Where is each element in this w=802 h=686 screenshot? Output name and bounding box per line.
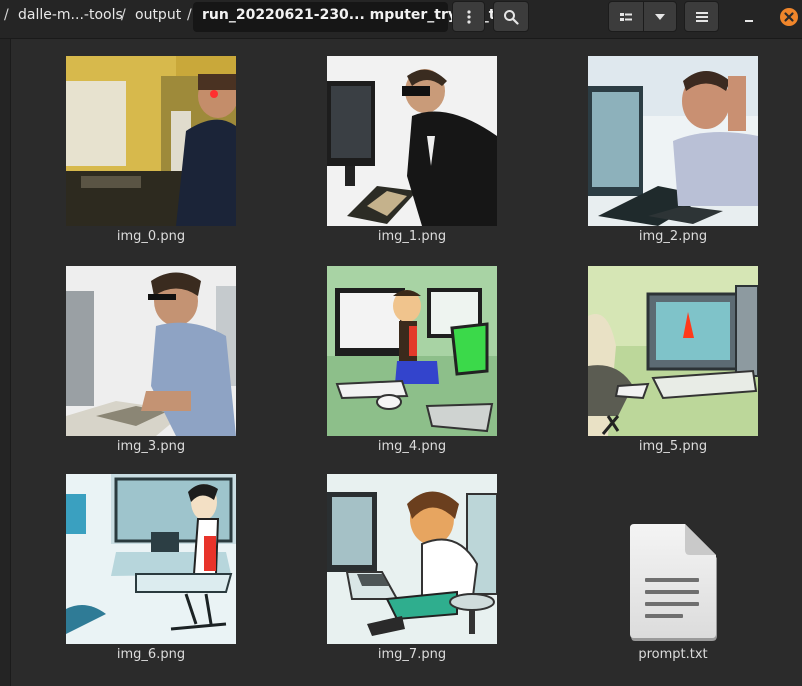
file-name: img_5.png xyxy=(638,439,708,454)
view-mode-button[interactable] xyxy=(608,1,644,32)
image-thumbnail xyxy=(327,266,497,436)
breadcrumb-separator: / xyxy=(4,7,9,23)
text-file-icon-wrap xyxy=(588,474,758,644)
list-view-icon xyxy=(620,12,632,21)
file-item-img-6[interactable]: img_6.png xyxy=(66,474,236,662)
close-button[interactable] xyxy=(776,1,802,32)
minimize-button[interactable] xyxy=(734,1,764,32)
breadcrumb-item-output[interactable]: output xyxy=(135,7,181,23)
image-thumbnail xyxy=(66,474,236,644)
header-bar: / dalle-m...-tools / output / run_202206… xyxy=(0,0,802,39)
minimize-icon xyxy=(745,19,753,22)
chevron-down-icon xyxy=(655,13,665,20)
file-name: img_4.png xyxy=(377,439,447,454)
file-item-prompt-txt[interactable]: prompt.txt xyxy=(588,474,758,662)
file-item-img-0[interactable]: img_0.png xyxy=(66,56,236,244)
vertical-dots-icon xyxy=(466,9,471,24)
file-name: img_6.png xyxy=(116,647,186,662)
breadcrumb-separator: / xyxy=(121,7,126,23)
close-icon xyxy=(780,7,798,26)
breadcrumb-separator: / xyxy=(187,7,192,23)
image-thumbnail xyxy=(66,266,236,436)
folder-menu-button[interactable] xyxy=(452,1,485,32)
file-item-img-4[interactable]: img_4.png xyxy=(327,266,497,454)
file-name: prompt.txt xyxy=(638,647,708,662)
search-icon xyxy=(504,9,519,25)
file-name: img_0.png xyxy=(116,229,186,244)
file-item-img-1[interactable]: img_1.png xyxy=(327,56,497,244)
file-name: img_2.png xyxy=(638,229,708,244)
view-options-dropdown[interactable] xyxy=(643,1,677,32)
hamburger-icon xyxy=(695,11,708,22)
file-grid: img_0.png img_1.png img_2.png img_3.png … xyxy=(11,39,802,686)
file-item-img-3[interactable]: img_3.png xyxy=(66,266,236,454)
image-thumbnail xyxy=(66,56,236,226)
text-file-icon xyxy=(630,524,717,641)
file-item-img-5[interactable]: img_5.png xyxy=(588,266,758,454)
sidebar-edge xyxy=(0,39,11,686)
app-menu-button[interactable] xyxy=(684,1,719,32)
file-item-img-2[interactable]: img_2.png xyxy=(588,56,758,244)
image-thumbnail xyxy=(588,266,758,436)
file-name: img_1.png xyxy=(377,229,447,244)
search-button[interactable] xyxy=(493,1,529,32)
file-item-img-7[interactable]: img_7.png xyxy=(327,474,497,662)
file-name: img_3.png xyxy=(116,439,186,454)
breadcrumb-item-dalle-tools[interactable]: dalle-m...-tools xyxy=(18,7,123,23)
image-thumbnail xyxy=(327,56,497,226)
image-thumbnail xyxy=(588,56,758,226)
image-thumbnail xyxy=(327,474,497,644)
file-name: img_7.png xyxy=(377,647,447,662)
